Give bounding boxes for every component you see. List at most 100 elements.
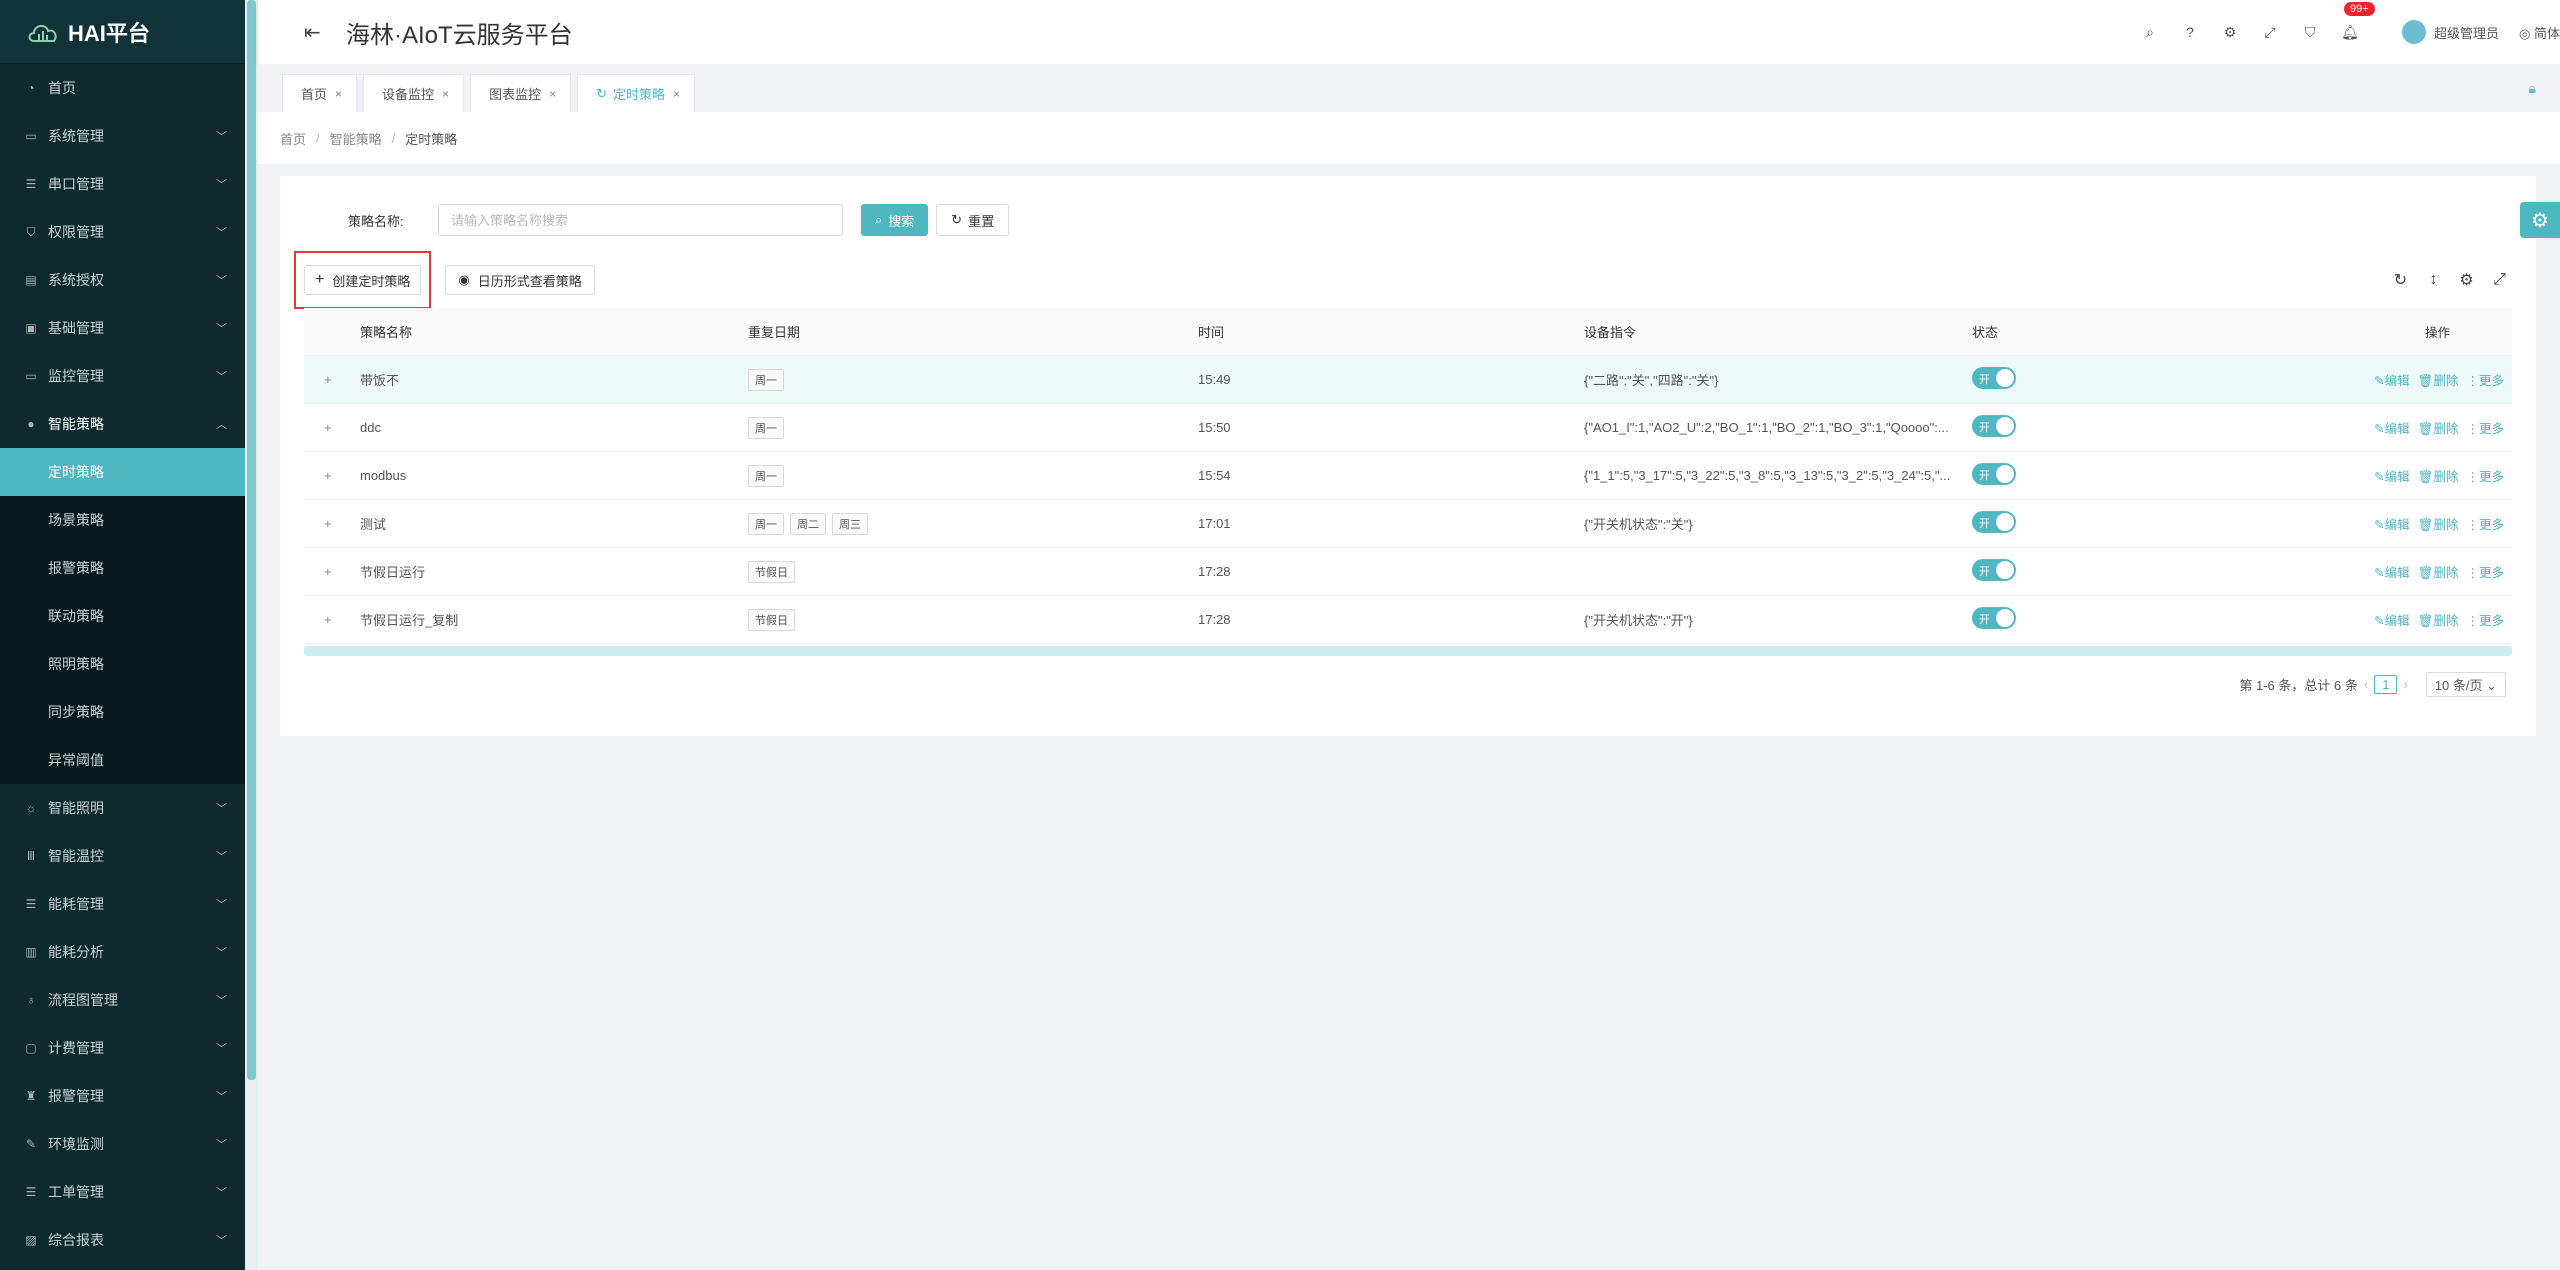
logo[interactable]: HAI平台 <box>0 0 245 64</box>
strategy-name-input[interactable] <box>438 204 843 236</box>
delete-button[interactable]: 🗑︎删除 <box>2418 422 2459 436</box>
edit-button[interactable]: ✎编辑 <box>2374 566 2410 580</box>
scrollbar-thumb[interactable] <box>247 0 256 1080</box>
setting-icon[interactable]: ⚙ <box>2450 270 2483 290</box>
expand-row-icon[interactable]: + <box>304 420 360 435</box>
cell-actions: ✎编辑 🗑︎删除 ⋮更多 <box>2212 370 2512 389</box>
page-size-select[interactable]: 10 条/页 ⌄ <box>2425 672 2506 697</box>
reset-button[interactable]: ↻ 重置 <box>936 204 1010 236</box>
close-icon[interactable]: × <box>549 87 556 101</box>
sidebar-item[interactable]: ▣ 基础管理 ﹀ <box>0 304 245 352</box>
more-button[interactable]: ⋮更多 <box>2466 518 2504 532</box>
status-toggle[interactable]: 开 <box>1972 511 2016 533</box>
sidebar-item[interactable]: ▭ 监控管理 ﹀ <box>0 352 245 400</box>
monitor-icon: ▭ <box>25 369 37 383</box>
bell-icon[interactable]: 🔔︎ 99+ <box>2330 1 2375 41</box>
edit-button[interactable]: ✎编辑 <box>2374 374 2410 388</box>
refresh-icon[interactable]: ↻ <box>596 86 607 102</box>
search-button[interactable]: ⌕ 搜索 <box>861 204 929 236</box>
expand-row-icon[interactable]: + <box>304 372 360 387</box>
sidebar-item[interactable]: ♁ 流程图管理 ﹀ <box>0 976 245 1024</box>
lock-icon[interactable]: 🔒︎ <box>2529 80 2536 97</box>
status-toggle[interactable]: 开 <box>1972 415 2016 437</box>
breadcrumb-item-strategy[interactable]: 智能策略 <box>330 129 382 148</box>
more-button[interactable]: ⋮更多 <box>2466 566 2504 580</box>
edit-button[interactable]: ✎编辑 <box>2374 614 2410 628</box>
sidebar-item[interactable]: ☰ 工单管理 ﹀ <box>0 1168 245 1216</box>
sidebar-subitem[interactable]: 定时策略 <box>0 448 245 496</box>
expand-row-icon[interactable]: + <box>304 468 360 483</box>
close-icon[interactable]: × <box>673 87 680 101</box>
create-timed-strategy-button[interactable]: + 创建定时策略 <box>304 265 422 295</box>
expand-row-icon[interactable]: + <box>304 612 360 627</box>
sidebar-scrollbar[interactable] <box>245 0 258 1270</box>
close-icon[interactable]: × <box>335 87 342 101</box>
settings-drawer-button[interactable]: ⚙ <box>2520 202 2560 238</box>
status-toggle[interactable]: 开 <box>1972 463 2016 485</box>
shield-check-icon[interactable]: ⛉ <box>2290 24 2330 41</box>
close-icon[interactable]: × <box>442 87 449 101</box>
calendar-view-button[interactable]: ◉ 日历形式查看策略 <box>445 265 595 295</box>
expand-row-icon[interactable]: + <box>304 564 360 579</box>
horizontal-scrollbar[interactable] <box>304 646 2512 656</box>
chevron-down-icon: ﹀ <box>216 1235 227 1247</box>
sidebar-item[interactable]: ▭ 系统管理 ﹀ <box>0 112 245 160</box>
column-height-icon[interactable]: ↕ <box>2417 271 2450 289</box>
status-toggle[interactable]: 开 <box>1972 607 2016 629</box>
delete-button[interactable]: 🗑︎删除 <box>2418 566 2459 580</box>
reload-icon[interactable]: ↻ <box>2384 270 2417 290</box>
sidebar-item[interactable]: ☰ 串口管理 ﹀ <box>0 160 245 208</box>
more-button[interactable]: ⋮更多 <box>2466 470 2504 484</box>
sidebar-subitem[interactable]: 同步策略 <box>0 688 245 736</box>
sidebar-subitem[interactable]: 异常阈值 <box>0 736 245 784</box>
more-button[interactable]: ⋮更多 <box>2466 374 2504 388</box>
sidebar-item[interactable]: ♜ 报警管理 ﹀ <box>0 1072 245 1120</box>
sidebar-item[interactable]: ▢ 计费管理 ﹀ <box>0 1024 245 1072</box>
breadcrumb-item-home[interactable]: 首页 <box>280 129 306 148</box>
delete-button-label: 删除 <box>2433 566 2459 580</box>
fullscreen-icon[interactable]: ⤢ <box>2250 24 2290 41</box>
fullscreen-icon[interactable]: ⤢ <box>2483 271 2516 289</box>
edit-button[interactable]: ✎编辑 <box>2374 518 2410 532</box>
status-toggle[interactable]: 开 <box>1972 367 2016 389</box>
edit-button[interactable]: ✎编辑 <box>2374 422 2410 436</box>
expand-row-icon[interactable]: + <box>304 516 360 531</box>
more-button[interactable]: ⋮更多 <box>2466 422 2504 436</box>
sidebar-subitem[interactable]: 场景策略 <box>0 496 245 544</box>
tab-item[interactable]: 首页 × <box>282 74 358 112</box>
sidebar-item[interactable]: ▨ 综合报表 ﹀ <box>0 1216 245 1264</box>
sidebar-group-smart-strategy[interactable]: ● 智能策略 ︿ <box>0 400 245 448</box>
page-number[interactable]: 1 <box>2374 675 2398 694</box>
search-icon[interactable]: ⌕ <box>2130 24 2170 41</box>
sidebar-item[interactable]: ◔ 首页 <box>0 64 245 112</box>
sidebar-item[interactable]: ⛉ 权限管理 ﹀ <box>0 208 245 256</box>
delete-button[interactable]: 🗑︎删除 <box>2418 518 2459 532</box>
day-tag: 周二 <box>790 512 826 535</box>
sidebar-item[interactable]: Ⅲ 智能温控 ﹀ <box>0 832 245 880</box>
sidebar-subitem[interactable]: 报警策略 <box>0 544 245 592</box>
more-button[interactable]: ⋮更多 <box>2466 614 2504 628</box>
menu-fold-icon[interactable]: ⇤ <box>304 20 324 45</box>
sidebar-item[interactable]: ✎ 环境监测 ﹀ <box>0 1120 245 1168</box>
prev-page-icon[interactable]: ‹ <box>2364 677 2368 692</box>
delete-button[interactable]: 🗑︎删除 <box>2418 374 2459 388</box>
delete-button[interactable]: 🗑︎删除 <box>2418 470 2459 484</box>
status-toggle[interactable]: 开 <box>1972 559 2016 581</box>
next-page-icon[interactable]: › <box>2403 677 2407 692</box>
sidebar-item[interactable]: ▤ 系统授权 ﹀ <box>0 256 245 304</box>
tab-item[interactable]: 设备监控 × <box>363 74 465 112</box>
sidebar-subitem[interactable]: 联动策略 <box>0 592 245 640</box>
language-switch[interactable]: ◎ 简体 <box>2519 23 2560 42</box>
tab-item[interactable]: 图表监控 × <box>470 74 572 112</box>
tab-item[interactable]: ↻ 定时策略 × <box>577 74 696 112</box>
help-icon[interactable]: ? <box>2170 24 2210 40</box>
user-menu[interactable]: 超级管理员 <box>2402 20 2499 44</box>
sidebar-item[interactable]: ▥ 能耗分析 ﹀ <box>0 928 245 976</box>
sidebar-subitem-label: 同步策略 <box>48 704 104 720</box>
sidebar-item[interactable]: ☰ 能耗管理 ﹀ <box>0 880 245 928</box>
gear-icon[interactable]: ⚙ <box>2210 24 2250 41</box>
delete-button[interactable]: 🗑︎删除 <box>2418 614 2459 628</box>
sidebar-item[interactable]: ☼ 智能照明 ﹀ <box>0 784 245 832</box>
sidebar-subitem[interactable]: 照明策略 <box>0 640 245 688</box>
edit-button[interactable]: ✎编辑 <box>2374 470 2410 484</box>
